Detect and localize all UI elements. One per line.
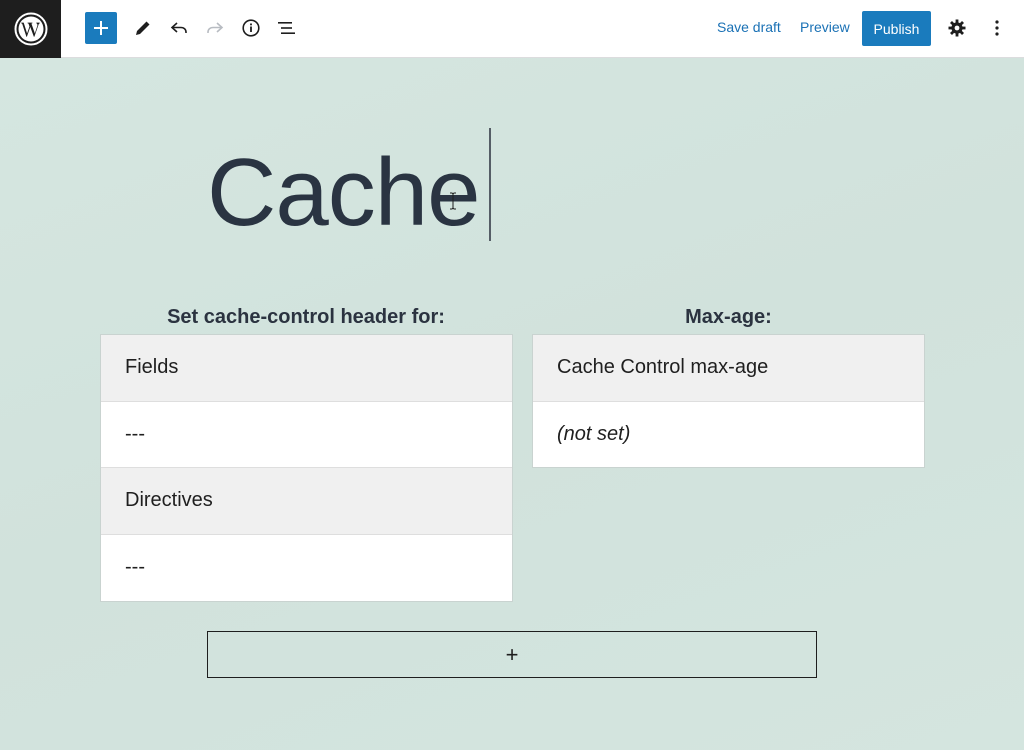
editor-top-toolbar: Save draft Preview Publish — [0, 0, 1024, 58]
cache-control-table: Fields --- Directives --- — [100, 334, 513, 602]
redo-icon — [207, 22, 224, 33]
table-row-header: Fields — [101, 335, 512, 402]
text-cursor-icon — [450, 192, 456, 210]
publish-button[interactable]: Publish — [862, 11, 931, 46]
pencil-icon — [136, 21, 150, 35]
table-row-header: Directives — [101, 468, 512, 535]
tools-button[interactable] — [127, 12, 159, 44]
preview-button[interactable]: Preview — [800, 19, 850, 35]
info-icon — [242, 19, 260, 37]
max-age-table: Cache Control max-age (not set) — [532, 334, 925, 468]
undo-button[interactable] — [163, 12, 195, 44]
post-title[interactable]: Cache — [207, 138, 480, 248]
details-button[interactable] — [235, 12, 267, 44]
table-row-value[interactable]: (not set) — [533, 402, 924, 469]
options-menu-button[interactable] — [981, 12, 1013, 44]
save-draft-button[interactable]: Save draft — [717, 19, 781, 35]
list-view-icon — [278, 22, 295, 34]
table-row-header: Cache Control max-age — [533, 335, 924, 402]
cache-control-heading: Set cache-control header for: — [167, 306, 445, 328]
plus-icon — [94, 21, 108, 35]
gear-icon — [948, 19, 966, 37]
table-row-value[interactable]: --- — [101, 402, 512, 468]
more-vertical-icon — [995, 20, 999, 36]
undo-icon — [170, 22, 187, 33]
plus-icon: + — [505, 641, 519, 667]
redo-button[interactable] — [199, 12, 231, 44]
table-row-value[interactable]: --- — [101, 535, 512, 602]
settings-button[interactable] — [941, 12, 973, 44]
add-block-button[interactable] — [85, 12, 117, 44]
editor-canvas: Cache Set cache-control header for: Fiel… — [0, 58, 1024, 750]
block-appender-button[interactable]: + — [207, 631, 817, 678]
text-caret — [489, 128, 491, 241]
list-view-button[interactable] — [271, 12, 303, 44]
max-age-heading: Max-age: — [685, 306, 772, 328]
wordpress-logo-icon[interactable] — [0, 0, 61, 58]
